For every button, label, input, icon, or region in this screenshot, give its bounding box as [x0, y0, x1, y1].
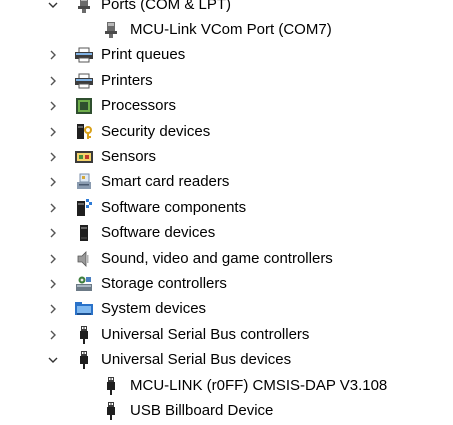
chevron-right-icon[interactable] — [46, 226, 60, 240]
tree-row-label: Smart card readers — [101, 173, 230, 191]
tree-row-usb-devices[interactable]: Universal Serial Bus devices — [0, 347, 453, 372]
tree-row-label: Sensors — [101, 148, 157, 166]
tree-row-label: Sound, video and game controllers — [101, 249, 333, 267]
port-device-icon — [101, 20, 121, 40]
tree-row-label: Printers — [101, 71, 153, 89]
tree-row-software-devices[interactable]: Software devices — [0, 221, 453, 246]
printer-icon — [74, 71, 94, 91]
chevron-down-icon[interactable] — [46, 0, 60, 12]
tree-row-label: Storage controllers — [101, 274, 227, 292]
usb-device-icon — [101, 376, 121, 396]
tree-row-security-devices[interactable]: Security devices — [0, 119, 453, 144]
chevron-right-icon[interactable] — [46, 201, 60, 215]
tree-row-printers[interactable]: Printers — [0, 68, 453, 93]
storage-controller-icon — [74, 274, 94, 294]
system-folder-icon — [74, 299, 94, 319]
tree-row-usb-billboard[interactable]: USB Billboard Device — [0, 398, 453, 423]
software-device-icon — [74, 223, 94, 243]
printer-icon — [74, 45, 94, 65]
speaker-icon — [74, 249, 94, 269]
tree-row-mcu-link-vcom[interactable]: MCU-Link VCom Port (COM7) — [0, 17, 453, 42]
tree-row-storage-controllers[interactable]: Storage controllers — [0, 271, 453, 296]
tree-row-label: Print queues — [101, 46, 186, 64]
tree-row-system-devices[interactable]: System devices — [0, 297, 453, 322]
port-icon — [74, 0, 94, 15]
tree-row-label: Security devices — [101, 122, 211, 140]
tree-row-label: Universal Serial Bus controllers — [101, 325, 310, 343]
processor-icon — [74, 96, 94, 116]
tree-row-sensors[interactable]: Sensors — [0, 144, 453, 169]
chevron-right-icon[interactable] — [46, 252, 60, 266]
tree-row-label: USB Billboard Device — [130, 401, 274, 419]
chevron-right-icon[interactable] — [46, 99, 60, 113]
tree-row-mcu-link-cmsis-dap[interactable]: MCU-LINK (r0FF) CMSIS-DAP V3.108 — [0, 373, 453, 398]
chevron-right-icon[interactable] — [46, 48, 60, 62]
tree-row-label: Processors — [101, 97, 177, 115]
tree-row-processors[interactable]: Processors — [0, 94, 453, 119]
tree-row-usb-controllers[interactable]: Universal Serial Bus controllers — [0, 322, 453, 347]
tree-row-ports[interactable]: Ports (COM & LPT) — [0, 0, 453, 17]
chevron-right-icon[interactable] — [46, 175, 60, 189]
device-tree: Ports (COM & LPT) MCU-Link VCom Port (CO… — [0, 0, 453, 424]
chevron-right-icon[interactable] — [46, 150, 60, 164]
tree-row-label: Universal Serial Bus devices — [101, 351, 292, 369]
usb-icon — [74, 350, 94, 370]
tree-row-label: Software devices — [101, 224, 216, 242]
software-component-icon — [74, 198, 94, 218]
tree-row-software-components[interactable]: Software components — [0, 195, 453, 220]
tree-row-label: Software components — [101, 198, 247, 216]
tree-row-print-queues[interactable]: Print queues — [0, 43, 453, 68]
tree-row-sound-video-game[interactable]: Sound, video and game controllers — [0, 246, 453, 271]
usb-icon — [74, 325, 94, 345]
tree-row-label: Ports (COM & LPT) — [101, 0, 232, 13]
sensor-icon — [74, 147, 94, 167]
chevron-down-icon[interactable] — [46, 353, 60, 367]
smart-card-reader-icon — [74, 172, 94, 192]
usb-device-icon — [101, 401, 121, 421]
security-key-icon — [74, 122, 94, 142]
chevron-right-icon[interactable] — [46, 302, 60, 316]
chevron-right-icon[interactable] — [46, 328, 60, 342]
tree-row-label: System devices — [101, 300, 207, 318]
tree-row-label: MCU-Link VCom Port (COM7) — [130, 21, 332, 39]
tree-row-smart-card-readers[interactable]: Smart card readers — [0, 170, 453, 195]
chevron-right-icon[interactable] — [46, 125, 60, 139]
chevron-right-icon[interactable] — [46, 74, 60, 88]
tree-row-label: MCU-LINK (r0FF) CMSIS-DAP V3.108 — [130, 376, 388, 394]
chevron-right-icon[interactable] — [46, 277, 60, 291]
